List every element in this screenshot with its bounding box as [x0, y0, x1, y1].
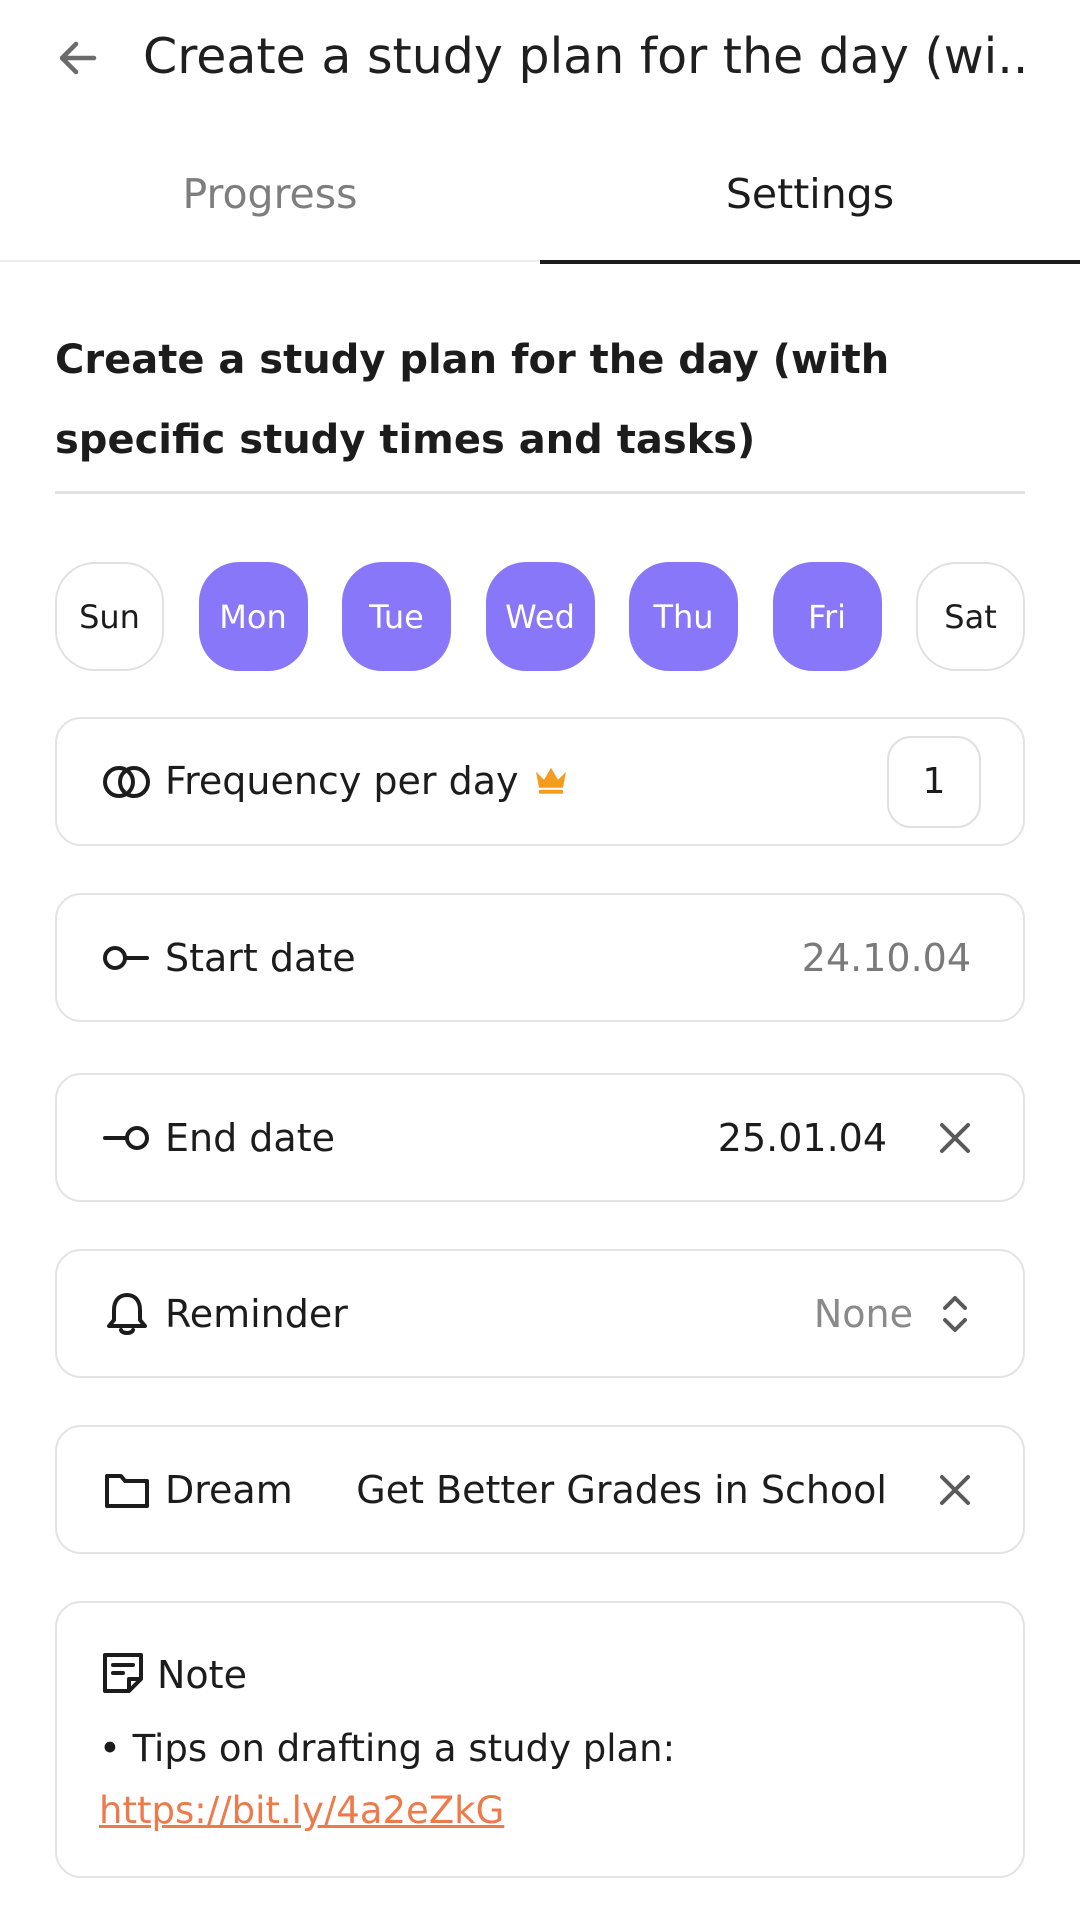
clear-dream-button[interactable]: [933, 1468, 977, 1512]
bell-icon: [101, 1288, 153, 1340]
day-tue[interactable]: Tue: [342, 562, 451, 671]
day-sun[interactable]: Sun: [55, 562, 164, 671]
start-date-value[interactable]: 24.10.04: [802, 936, 971, 980]
reminder-label: Reminder: [165, 1291, 348, 1336]
frequency-label-text: Frequency per day: [165, 758, 519, 803]
note-header: Note: [101, 1649, 247, 1701]
day-mon[interactable]: Mon: [198, 562, 308, 671]
arrow-left-icon: [59, 41, 97, 75]
back-button[interactable]: [50, 30, 106, 86]
day-sat[interactable]: Sat: [916, 562, 1025, 671]
note-card[interactable]: Note • Tips on drafting a study plan: ht…: [55, 1601, 1025, 1878]
dream-row[interactable]: Dream Get Better Grades in School: [55, 1425, 1025, 1554]
end-date-value[interactable]: 25.01.04: [718, 1116, 887, 1160]
close-icon: [940, 1122, 970, 1153]
chevron-up-down-icon: [943, 1295, 967, 1332]
note-link[interactable]: https://bit.ly/4a2eZkG: [99, 1789, 504, 1832]
day-fri[interactable]: Fri: [772, 562, 882, 671]
crown-icon: [533, 761, 569, 805]
note-text: • Tips on drafting a study plan:: [99, 1727, 676, 1770]
day-wed[interactable]: Wed: [485, 562, 595, 671]
tab-progress[interactable]: Progress: [0, 140, 540, 262]
close-icon: [940, 1474, 970, 1505]
end-date-label: End date: [165, 1115, 335, 1160]
start-date-row[interactable]: Start date 24.10.04: [55, 893, 1025, 1022]
title-divider: [55, 491, 1025, 494]
end-marker-icon: [101, 1112, 153, 1164]
tab-bar: Progress Settings: [0, 140, 1080, 264]
note-label: Note: [157, 1653, 247, 1697]
reminder-row[interactable]: Reminder None: [55, 1249, 1025, 1378]
top-app-bar: Create a study plan for the day (wi...: [0, 0, 1080, 118]
start-marker-icon: [101, 932, 153, 984]
end-date-row[interactable]: End date 25.01.04: [55, 1073, 1025, 1202]
plan-title: Create a study plan for the day (with sp…: [55, 337, 890, 463]
dream-label: Dream: [165, 1467, 293, 1512]
tab-settings[interactable]: Settings: [540, 140, 1080, 264]
clear-end-date-button[interactable]: [933, 1116, 977, 1160]
frequency-row: Frequency per day 1: [55, 717, 1025, 846]
reminder-value[interactable]: None: [814, 1292, 913, 1336]
frequency-label: Frequency per day: [165, 758, 569, 805]
reminder-select-button[interactable]: [933, 1292, 977, 1336]
dream-value[interactable]: Get Better Grades in School: [356, 1468, 887, 1512]
start-date-label: Start date: [165, 935, 356, 980]
note-icon: [101, 1651, 145, 1699]
frequency-value-box[interactable]: 1: [887, 735, 981, 828]
day-thu[interactable]: Thu: [629, 562, 738, 671]
folder-icon: [101, 1464, 153, 1516]
overlap-circles-icon: [101, 756, 153, 808]
weekday-selector: Sun Mon Tue Wed Thu Fri Sat: [55, 562, 1025, 671]
page-title: Create a study plan for the day (wi...: [143, 28, 1023, 85]
